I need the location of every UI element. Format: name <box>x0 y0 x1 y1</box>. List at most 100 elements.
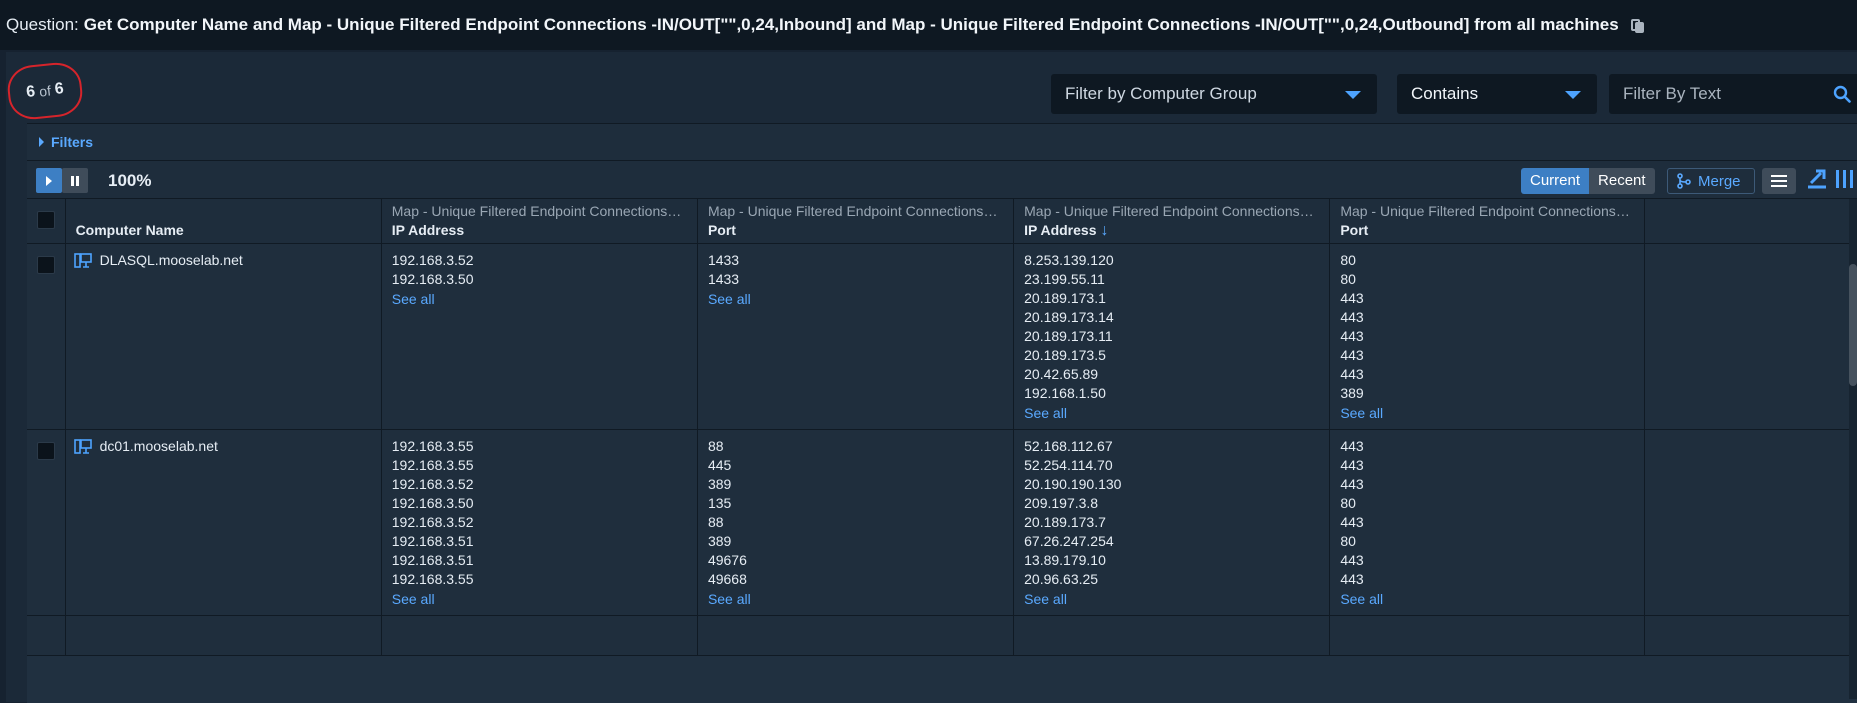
row-checkbox[interactable] <box>36 256 55 274</box>
row-checkbox[interactable] <box>36 442 55 460</box>
results-panel: 6 of 6 Filter by Computer Group Contains… <box>5 52 1857 703</box>
cell-value: 192.168.3.50 <box>391 271 474 287</box>
table-row[interactable]: dc01.mooselab.net 192.168.3.55 192.168.3.5… <box>27 429 1857 616</box>
in-port-cell: 88 445 389 135 88 389 49676 49668 See all <box>697 429 1015 616</box>
match-type-select-value: Contains <box>1411 84 1479 103</box>
text-filter-placeholder: Filter By Text <box>1623 84 1721 103</box>
merge-icon <box>1677 173 1691 189</box>
chevron-down-icon <box>1565 91 1581 99</box>
recent-button[interactable]: Recent <box>1589 168 1655 194</box>
cell-value: 389 <box>707 476 732 492</box>
progress-percent: 100% <box>108 171 152 190</box>
computer-name-cell: DLASQL.mooselab.net <box>65 243 382 430</box>
cell-value: 443 <box>1340 438 1364 454</box>
cell-value: 443 <box>1340 552 1364 568</box>
cell-value: 209.197.3.8 <box>1024 495 1099 511</box>
export-icon[interactable] <box>1806 167 1828 189</box>
cell-value: 1433 <box>707 252 740 268</box>
column-header-inbound-ip[interactable]: Map - Unique Filtered Endpoint Connectio… <box>381 199 698 244</box>
select-all-header <box>27 199 66 244</box>
cell-value: 192.168.3.51 <box>391 533 474 549</box>
out-port-cell: 443 443 443 80 443 80 443 443 See all <box>1329 429 1646 616</box>
row-select-cell <box>27 243 66 430</box>
cell-value: 443 <box>1340 290 1364 306</box>
cell-value: 445 <box>707 457 732 473</box>
filters-toggle-label: Filters <box>51 134 94 150</box>
cell-value: 13.89.179.10 <box>1024 552 1106 568</box>
result-count-total: 6 <box>53 80 65 98</box>
table-header-row: Computer Name Map - Unique Filtered Endp… <box>27 199 1857 244</box>
column-header-inbound-port[interactable]: Map - Unique Filtered Endpoint Connectio… <box>697 199 1015 244</box>
cell-value: 443 <box>1340 366 1364 382</box>
play-button[interactable] <box>36 168 62 193</box>
current-button[interactable]: Current <box>1521 168 1590 194</box>
in-ip-cell: 192.168.3.55 192.168.3.55 192.168.3.52 192.… <box>381 429 698 616</box>
cell-value: 192.168.1.50 <box>1024 385 1106 401</box>
cell-value: 443 <box>1340 309 1364 325</box>
cell-value: 443 <box>1340 514 1364 530</box>
question-label: Question: <box>6 15 79 34</box>
question-text: Get Computer Name and Map - Unique Filte… <box>83 15 1619 34</box>
merge-label: Merge <box>1698 172 1741 190</box>
play-icon <box>46 176 52 186</box>
cell-value: 88 <box>707 514 724 530</box>
see-all-link[interactable]: See all <box>1024 590 1319 609</box>
out-ip-cell: 52.168.112.67 52.254.114.70 20.190.190.130… <box>1013 429 1331 616</box>
result-count-shown: 6 <box>25 83 37 101</box>
columns-icon[interactable] <box>1834 168 1856 190</box>
question-bar: Question: Get Computer Name and Map - Un… <box>0 0 1857 50</box>
column-header-outbound-port[interactable]: Map - Unique Filtered Endpoint Connectio… <box>1329 199 1646 244</box>
cell-value: 20.189.173.1 <box>1024 290 1106 306</box>
see-all-link[interactable]: See all <box>392 290 687 309</box>
cell-value: 20.189.173.11 <box>1024 328 1113 344</box>
caret-right-icon <box>39 137 44 147</box>
filters-toggle[interactable]: Filters <box>27 124 1857 161</box>
cell-value: 20.189.173.5 <box>1024 347 1106 363</box>
cell-value: 443 <box>1340 476 1364 492</box>
pause-button[interactable] <box>62 168 88 193</box>
empty-cell <box>65 615 382 656</box>
computer-group-select[interactable]: Filter by Computer Group <box>1051 74 1377 114</box>
cell-value: 443 <box>1340 457 1364 473</box>
see-all-link[interactable]: See all <box>708 590 1003 609</box>
table-row[interactable] <box>27 615 1857 656</box>
cell-value: 52.254.114.70 <box>1024 457 1113 473</box>
copy-icon[interactable] <box>1630 17 1644 33</box>
computer-name: dc01.mooselab.net <box>99 438 218 454</box>
table-row[interactable]: DLASQL.mooselab.net 192.168.3.52 192.168.3… <box>27 243 1857 430</box>
in-port-cell: 1433 1433 See all <box>697 243 1015 430</box>
result-count: 6 of 6 <box>5 60 85 122</box>
text-filter-input[interactable]: Filter By Text <box>1609 74 1857 114</box>
see-all-link[interactable]: See all <box>708 290 1003 309</box>
see-all-link[interactable]: See all <box>392 590 687 609</box>
extra-cell <box>1644 429 1857 616</box>
search-icon[interactable] <box>1833 85 1851 103</box>
out-ip-cell: 8.253.139.120 23.199.55.11 20.189.173.1 20.… <box>1013 243 1331 430</box>
column-header-computer-name[interactable]: Computer Name <box>65 199 382 244</box>
computer-icon <box>73 439 92 454</box>
cell-value: 20.189.173.14 <box>1024 309 1114 325</box>
cell-value: 8.253.139.120 <box>1024 252 1114 268</box>
cell-value: 192.168.3.55 <box>391 571 474 587</box>
cell-value: 80 <box>1340 533 1356 549</box>
match-type-select[interactable]: Contains <box>1397 74 1597 114</box>
empty-cell <box>381 615 698 656</box>
scrollbar-thumb[interactable] <box>1849 264 1857 386</box>
see-all-link[interactable]: See all <box>1340 404 1634 423</box>
results-grid: Filters 100% Current Recent Merge Comput… <box>27 123 1857 703</box>
menu-button[interactable] <box>1762 168 1796 194</box>
see-all-link[interactable]: See all <box>1340 590 1634 609</box>
grid-toolbar: 100% Current Recent Merge <box>27 161 1857 199</box>
extra-cell <box>1644 243 1857 430</box>
column-header-outbound-ip[interactable]: Map - Unique Filtered Endpoint Connectio… <box>1013 199 1331 244</box>
cell-value: 1433 <box>707 271 740 287</box>
cell-value: 20.42.65.89 <box>1024 366 1099 382</box>
merge-button[interactable]: Merge <box>1667 168 1755 194</box>
see-all-link[interactable]: See all <box>1024 404 1319 423</box>
cell-value: 67.26.247.254 <box>1024 533 1114 549</box>
column-header-extra <box>1644 199 1857 244</box>
empty-cell <box>1013 615 1331 656</box>
cell-value: 443 <box>1340 328 1364 344</box>
select-all-checkbox[interactable] <box>36 211 55 229</box>
sort-down-icon: ↓ <box>1100 222 1109 239</box>
